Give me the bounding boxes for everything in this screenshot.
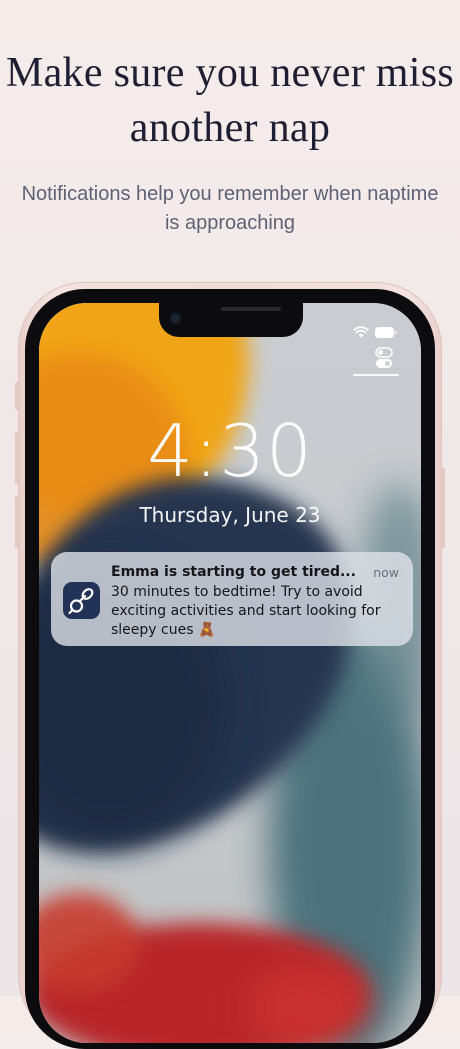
- battery-icon: [375, 325, 397, 343]
- subhead: Notifications help you remember when nap…: [21, 183, 439, 234]
- phone-mockup: 4:30 Thursday, June 23: [15, 282, 445, 1049]
- toggle-underline: [353, 374, 399, 376]
- lock-screen: 4:30 Thursday, June 23: [39, 303, 421, 1043]
- phone-side-button: [15, 432, 20, 484]
- headline: Make sure you never miss another nap: [5, 50, 455, 151]
- phone-side-button: [15, 382, 20, 410]
- lock-screen-time: 4:30: [147, 409, 313, 493]
- lock-screen-date: Thursday, June 23: [139, 503, 321, 527]
- phone-side-button: [440, 468, 445, 548]
- front-camera: [171, 314, 180, 323]
- toggle-icon[interactable]: [375, 347, 393, 374]
- notification-card[interactable]: Emma is starting to get tired... now 30 …: [51, 552, 413, 646]
- notification-body: 30 minutes to bedtime! Try to avoid exci…: [111, 584, 381, 638]
- phone-bezel: 4:30 Thursday, June 23: [25, 289, 435, 1049]
- phone-side-button: [15, 496, 20, 548]
- wifi-icon: [353, 325, 369, 343]
- notification-time: now: [373, 565, 399, 580]
- notification-title: Emma is starting to get tired...: [111, 564, 356, 580]
- pacifier-icon: [63, 582, 100, 619]
- speaker-grille: [221, 307, 281, 311]
- status-bar: [353, 325, 397, 343]
